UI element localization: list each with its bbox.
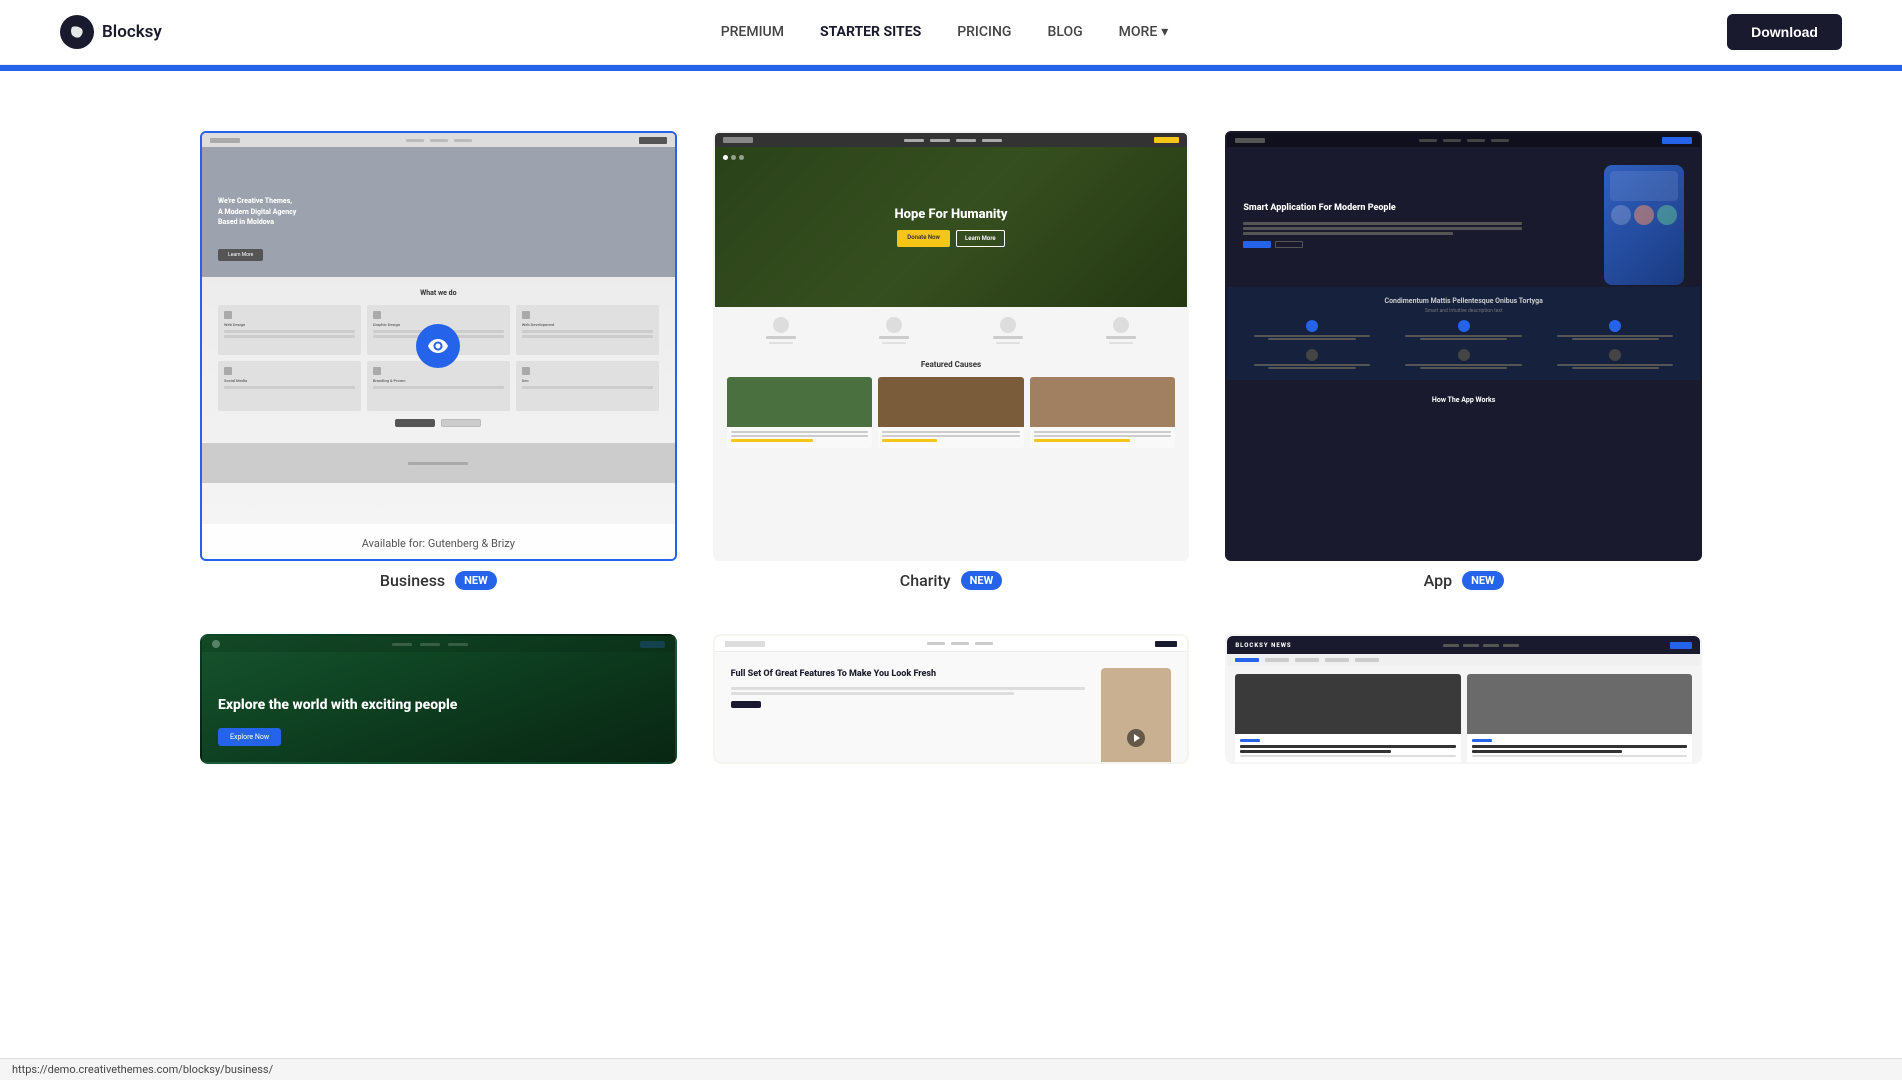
charity-badge: NEW [961,571,1003,590]
app-card: Smart Application For Modern People [1225,131,1702,598]
chevron-down-icon: ▾ [1161,24,1168,40]
barber-preview[interactable]: Full Set Of Great Features To Make You L… [713,634,1190,764]
charity-card: Hope For Humanity Donate Now Learn More [713,131,1190,598]
business-card-footer: Business NEW [200,571,677,598]
main-content: We're Creative Themes,A Modern Digital A… [0,71,1902,804]
logo-area[interactable]: Blocksy [60,15,162,49]
app-hero-title: Smart Application For Modern People [1243,202,1592,215]
app-works-title: How The App Works [1239,390,1688,410]
business-badge: NEW [455,571,497,590]
news-logo: BLOCKSY NEWS [1235,642,1291,649]
charity-card-footer: Charity NEW [713,571,1190,598]
sites-grid: We're Creative Themes,A Modern Digital A… [200,131,1702,764]
charity-hero-title: Hope For Humanity [894,207,1007,222]
charity-preview[interactable]: Hope For Humanity Donate Now Learn More [713,131,1190,561]
status-url: https://demo.creativethemes.com/blocksy/… [12,1063,273,1076]
main-nav: PREMIUM STARTER SITES PRICING BLOG MORE … [721,24,1169,40]
barber-hero-title: Full Set Of Great Features To Make You L… [731,668,1086,681]
news-preview[interactable]: BLOCKSY NEWS [1225,634,1702,764]
logo-text: Blocksy [102,22,162,42]
business-title: Business [380,571,445,590]
app-card-footer: App NEW [1225,571,1702,598]
header: Blocksy PREMIUM STARTER SITES PRICING BL… [0,0,1902,65]
nav-premium[interactable]: PREMIUM [721,24,784,40]
app-badge: NEW [1462,571,1504,590]
nav-pricing[interactable]: PRICING [957,24,1011,40]
travel-hero-title: Explore the world with exciting people [218,696,659,714]
travel-preview[interactable]: Explore the world with exciting people E… [200,634,677,764]
news-card: BLOCKSY NEWS [1225,634,1702,764]
travel-card: Explore the world with exciting people E… [200,634,677,764]
barber-card: Full Set Of Great Features To Make You L… [713,634,1190,764]
nav-starter-sites[interactable]: STARTER SITES [820,24,921,40]
app-title: App [1424,571,1452,590]
business-preview[interactable]: We're Creative Themes,A Modern Digital A… [200,131,677,561]
charity-title: Charity [900,571,951,590]
business-card: We're Creative Themes,A Modern Digital A… [200,131,677,598]
app-preview[interactable]: Smart Application For Modern People [1225,131,1702,561]
logo-icon [60,15,94,49]
available-for-label: Available for: Gutenberg & Brizy [362,537,515,550]
nav-more[interactable]: MORE ▾ [1119,24,1169,40]
download-button[interactable]: Download [1727,14,1842,50]
status-bar: https://demo.creativethemes.com/blocksy/… [0,1058,1902,1080]
preview-eye-icon[interactable] [416,324,460,368]
nav-blog[interactable]: BLOG [1047,24,1082,40]
